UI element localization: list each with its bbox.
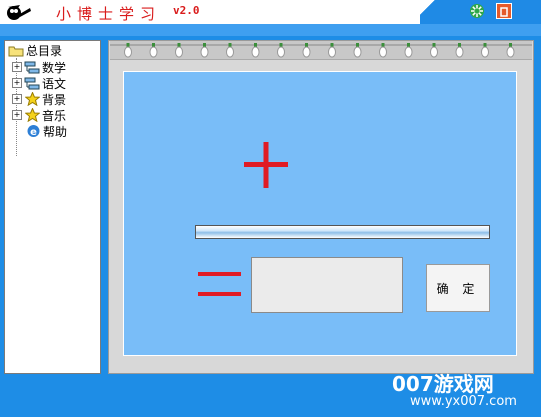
decorative-rail bbox=[110, 41, 532, 60]
watermark-url: www.yx007.com bbox=[410, 394, 517, 409]
tree-item-label: 音乐 bbox=[42, 108, 67, 123]
settings-icon bbox=[470, 4, 484, 18]
mascot-icon bbox=[7, 5, 31, 20]
tree-item-background[interactable]: + 背景 bbox=[12, 91, 66, 107]
divider-bar bbox=[195, 225, 490, 239]
equals-icon bbox=[198, 272, 241, 296]
tree-item-help[interactable]: e 帮助 bbox=[25, 123, 67, 139]
equals-sign bbox=[195, 264, 245, 304]
tree-item-music[interactable]: + 音乐 bbox=[12, 107, 66, 123]
settings-button[interactable] bbox=[469, 3, 485, 19]
tree-root-label: 总目录 bbox=[26, 43, 63, 58]
title-bar: 小博士学习 v2.0 bbox=[0, 0, 541, 24]
network-icon bbox=[24, 76, 40, 90]
tree-item-label: 语文 bbox=[42, 76, 67, 91]
directory-tree: 总目录 + 数学 + 语文 + 背景 + 音乐 e 帮助 bbox=[4, 40, 101, 374]
watermark-logo: 007游戏网 bbox=[392, 372, 494, 396]
toolbar-band bbox=[0, 24, 541, 36]
folder-icon bbox=[8, 43, 24, 57]
star-icon bbox=[24, 92, 40, 106]
tree-item-label: 数学 bbox=[42, 60, 67, 75]
network-icon bbox=[24, 60, 40, 74]
expand-toggle[interactable]: + bbox=[12, 62, 22, 72]
tree-item-label: 背景 bbox=[42, 92, 67, 107]
answer-input[interactable] bbox=[251, 257, 403, 313]
close-icon bbox=[500, 7, 508, 17]
ie-icon: e bbox=[25, 124, 41, 138]
work-area bbox=[123, 71, 517, 356]
expand-toggle[interactable]: + bbox=[12, 94, 22, 104]
tree-item-math[interactable]: + 数学 bbox=[12, 59, 66, 75]
tree-item-label: 帮助 bbox=[43, 124, 68, 139]
bulb-row-icon bbox=[110, 43, 532, 58]
tree-item-chinese[interactable]: + 语文 bbox=[12, 75, 66, 91]
expand-toggle[interactable]: + bbox=[12, 78, 22, 88]
operator-sign bbox=[236, 134, 296, 196]
svg-text:e: e bbox=[30, 127, 37, 138]
confirm-button[interactable]: 确 定 bbox=[426, 264, 490, 312]
app-title: 小博士学习 bbox=[56, 5, 162, 23]
plus-icon bbox=[244, 142, 288, 188]
close-button[interactable] bbox=[496, 3, 512, 19]
expand-toggle[interactable]: + bbox=[12, 110, 22, 120]
app-version: v2.0 bbox=[173, 4, 200, 17]
star-icon bbox=[24, 108, 40, 122]
tree-root[interactable]: 总目录 bbox=[8, 42, 62, 58]
